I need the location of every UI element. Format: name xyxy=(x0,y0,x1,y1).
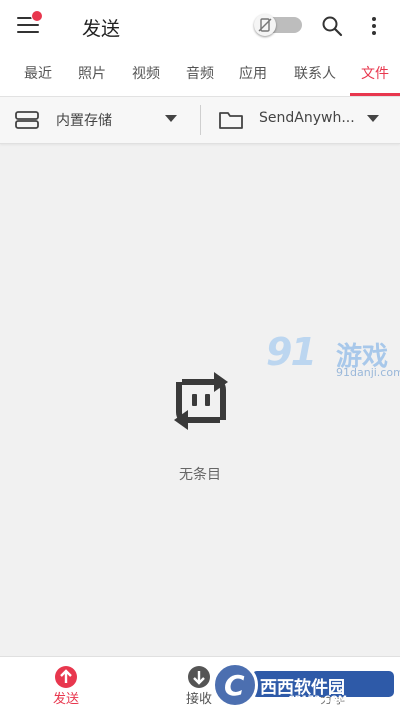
divider xyxy=(200,105,201,135)
nav-send-button[interactable]: 发送 xyxy=(33,657,99,711)
tab-contacts[interactable]: 联系人 xyxy=(287,52,343,96)
tab-apps[interactable]: 应用 xyxy=(231,52,275,96)
storage-icon xyxy=(15,111,39,129)
send-anywhere-logo-icon xyxy=(174,372,228,430)
folder-icon xyxy=(219,112,243,129)
watermark-logo-text: 91 xyxy=(266,330,317,374)
phone-toggle-icon xyxy=(258,18,272,32)
site-watermark-91: 91 游戏 91danji.com xyxy=(266,330,400,379)
more-vert-icon xyxy=(372,17,376,35)
more-options-button[interactable] xyxy=(362,14,386,38)
page-title: 发送 xyxy=(82,18,121,40)
receive-icon xyxy=(188,666,210,688)
active-tab-indicator xyxy=(350,93,400,96)
watermark-banner: 西西软件园 xyxy=(252,671,394,698)
tab-photos[interactable]: 照片 xyxy=(70,52,114,96)
device-toggle[interactable] xyxy=(254,14,302,36)
chevron-down-icon[interactable] xyxy=(165,115,177,123)
tab-audio[interactable]: 音频 xyxy=(178,52,222,96)
tab-files[interactable]: 文件 xyxy=(353,52,397,96)
send-icon xyxy=(55,666,77,688)
watermark-site-url: CR173.COM xyxy=(288,695,347,705)
chevron-down-icon[interactable] xyxy=(367,115,379,123)
folder-selector[interactable]: SendAnywh... xyxy=(259,110,355,126)
watermark-url: 91danji.com xyxy=(336,366,400,379)
notification-badge xyxy=(31,10,43,22)
search-icon xyxy=(322,16,343,37)
path-bar: 内置存储 SendAnywh... xyxy=(0,97,400,144)
toggle-knob xyxy=(254,14,276,36)
category-tabs: 最近 照片 视频 音频 应用 联系人 文件 xyxy=(0,52,400,97)
watermark-logo-icon: C xyxy=(212,662,258,708)
nav-send-label: 发送 xyxy=(52,692,79,707)
app-bar: 发送 xyxy=(0,0,400,52)
storage-selector[interactable]: 内置存储 xyxy=(56,110,112,130)
search-button[interactable] xyxy=(320,14,344,38)
empty-state-message: 无条目 xyxy=(179,467,221,483)
site-watermark-cr173: 西西软件园 CR173.COM C xyxy=(212,662,397,708)
tab-recent[interactable]: 最近 xyxy=(16,52,60,96)
tab-videos[interactable]: 视频 xyxy=(124,52,168,96)
menu-button[interactable] xyxy=(17,10,43,36)
